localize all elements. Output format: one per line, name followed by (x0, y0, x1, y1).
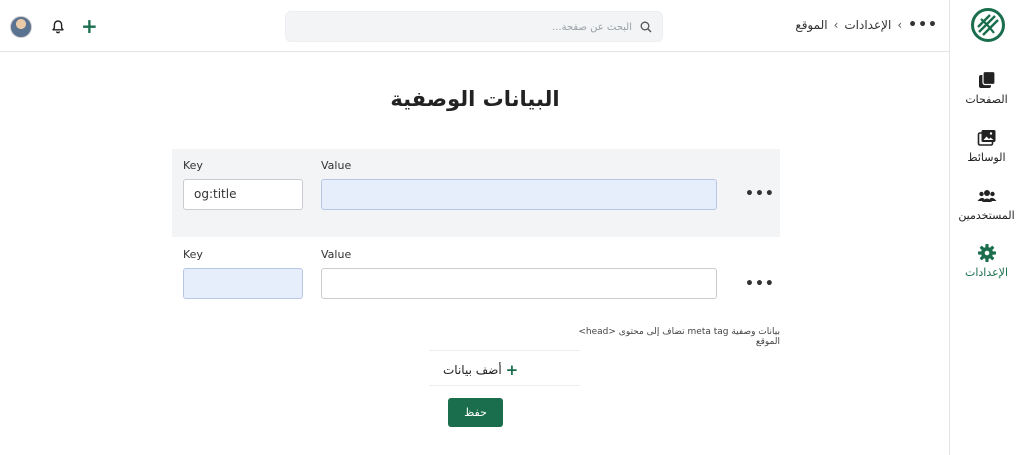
breadcrumb: ••• › الإعدادات › الموقع (795, 18, 938, 32)
row-more-icon[interactable]: ••• (745, 186, 775, 202)
key-input[interactable] (183, 268, 303, 299)
row-more-icon[interactable]: ••• (745, 276, 775, 292)
sidebar-item-label: المستخدمين (958, 209, 1015, 222)
sidebar-item-label: الصفحات (965, 93, 1008, 106)
breadcrumb-item-settings[interactable]: الإعدادات (844, 18, 891, 32)
add-metadata-label: أضف بيانات (443, 363, 502, 377)
search-icon (640, 21, 652, 33)
key-label: Key (183, 159, 203, 172)
user-avatar[interactable] (10, 16, 32, 38)
add-metadata-button[interactable]: + أضف بيانات (443, 361, 518, 379)
sidebar-item-settings[interactable]: الإعدادات (949, 243, 1024, 279)
value-label: Value (321, 159, 352, 172)
breadcrumb-item-site[interactable]: الموقع (795, 18, 827, 32)
helper-text: بيانات وصفية meta tag تضاف إلى محتوى <he… (578, 327, 780, 347)
add-icon[interactable]: + (81, 15, 98, 37)
chevron-left-icon: › (833, 18, 839, 32)
key-label: Key (183, 248, 203, 261)
value-label: Value (321, 248, 352, 261)
gear-icon (977, 244, 996, 262)
value-input[interactable] (321, 268, 717, 299)
users-icon (977, 190, 996, 202)
page-title: البيانات الوصفية (390, 87, 560, 111)
metadata-row: Key Value og:title ••• (172, 149, 780, 237)
media-icon (977, 130, 995, 146)
sidebar-item-label: الإعدادات (964, 266, 1009, 279)
value-input[interactable] (321, 179, 717, 210)
sidebar-item-label: الوسائط (967, 151, 1006, 164)
plus-icon: + (505, 361, 519, 379)
save-button[interactable]: حفظ (448, 398, 503, 427)
search-input[interactable] (312, 18, 632, 36)
top-bar: + ••• › الإعدادات › الموقع (0, 0, 1024, 52)
bell-icon[interactable] (50, 19, 66, 35)
chevron-left-icon: › (897, 18, 903, 32)
search-box[interactable] (285, 11, 663, 42)
metadata-row: Key Value ••• (172, 238, 780, 326)
breadcrumb-more-icon[interactable]: ••• (908, 18, 938, 32)
sidebar-item-media[interactable]: الوسائط (949, 128, 1024, 164)
app-logo-icon[interactable] (970, 7, 1006, 43)
sidebar-item-users[interactable]: المستخدمين (949, 186, 1024, 222)
sidebar: الصفحات الوسائط المستخدمين الإعدادات (949, 0, 1024, 455)
sidebar-item-pages[interactable]: الصفحات (949, 70, 1024, 106)
pages-icon (978, 70, 996, 88)
key-input[interactable]: og:title (183, 179, 303, 210)
